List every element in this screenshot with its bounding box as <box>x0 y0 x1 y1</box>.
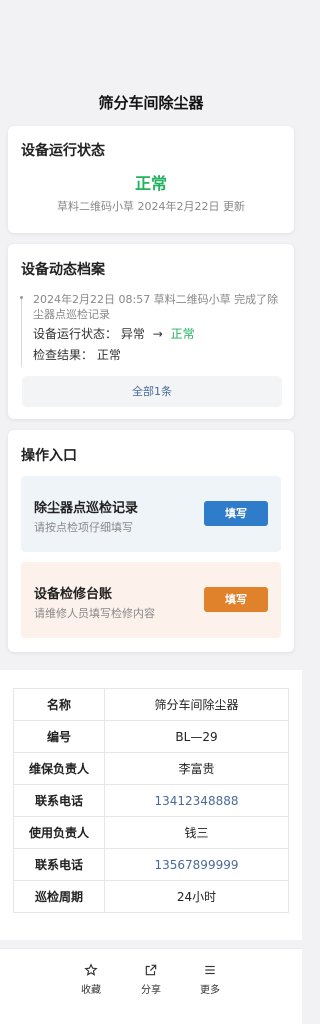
row-key: 联系电话 <box>13 784 105 817</box>
share-icon <box>145 964 157 976</box>
phone-link[interactable]: 13412348888 <box>104 784 289 817</box>
menu-icon <box>205 965 215 975</box>
result-value: 正常 <box>96 348 121 362</box>
table-row: 维保负责人 李富贵 <box>13 752 289 785</box>
bar-label: 更多 <box>200 985 220 996</box>
timeline-dot <box>20 296 23 299</box>
archive-card-title: 设备动态档案 <box>21 262 105 278</box>
row-value: 钱三 <box>104 816 289 849</box>
status-label: 设备运行状态： <box>33 327 118 341</box>
op-subtitle: 请维修人员填写检修内容 <box>34 607 155 620</box>
fill-button[interactable]: 填写 <box>204 501 268 526</box>
op-title: 设备检修台账 <box>34 587 113 602</box>
row-key: 使用负责人 <box>13 816 105 849</box>
fill-button[interactable]: 填写 <box>204 587 268 612</box>
result-label: 检查结果： <box>33 348 94 362</box>
op-repair-ledger[interactable]: 设备检修台账 请维修人员填写检修内容 填写 <box>21 562 281 638</box>
view-all-button[interactable]: 全部1条 <box>22 376 282 407</box>
phone-link[interactable]: 13567899999 <box>104 848 289 881</box>
timeline-status-row: 设备运行状态： 异常 → 正常 <box>33 325 195 342</box>
bar-label: 分享 <box>141 985 161 996</box>
page-title: 筛分车间除尘器 <box>98 94 204 112</box>
share-button[interactable]: 分享 <box>131 963 171 996</box>
op-title: 除尘器点巡检记录 <box>34 501 139 516</box>
ops-card-title: 操作入口 <box>21 448 77 464</box>
status-from: 异常 <box>120 327 145 341</box>
table-row: 使用负责人 钱三 <box>13 816 289 849</box>
op-inspection-record[interactable]: 除尘器点巡检记录 请按点检项仔细填写 填写 <box>21 476 281 552</box>
arrow-right-icon: → <box>152 327 163 341</box>
timeline-result-row: 检查结果： 正常 <box>33 346 121 363</box>
row-key: 巡检周期 <box>13 880 105 913</box>
status-value: 正常 <box>134 174 167 193</box>
status-to: 正常 <box>170 327 195 341</box>
table-row: 联系电话 13412348888 <box>13 784 289 817</box>
star-icon <box>84 963 98 976</box>
ops-card: 操作入口 除尘器点巡检记录 请按点检项仔细填写 填写 设备检修台账 请维修人员填… <box>8 430 294 652</box>
table-row: 联系电话 13567899999 <box>13 848 289 881</box>
timeline-line <box>21 297 22 367</box>
bar-label: 收藏 <box>81 985 101 996</box>
row-value: BL—29 <box>104 720 289 753</box>
op-subtitle: 请按点检项仔细填写 <box>34 521 133 534</box>
info-section: 名称 筛分车间除尘器 编号 BL—29 维保负责人 李富贵 联系电话 13412… <box>0 670 302 940</box>
bottom-bar: 收藏 分享 更多 <box>0 948 302 1024</box>
status-card: 设备运行状态 正常 草料二维码小草 2024年2月22日 更新 <box>8 126 294 233</box>
info-table: 名称 筛分车间除尘器 编号 BL—29 维保负责人 李富贵 联系电话 13412… <box>13 688 289 913</box>
row-key: 维保负责人 <box>13 752 105 785</box>
timeline-entry-header: 2024年2月22日 08:57 草料二维码小草 完成了除尘器点巡检记录 <box>33 293 279 321</box>
status-meta: 草料二维码小草 2024年2月22日 更新 <box>57 200 245 213</box>
row-value: 筛分车间除尘器 <box>104 688 289 721</box>
archive-card: 设备动态档案 2024年2月22日 08:57 草料二维码小草 完成了除尘器点巡… <box>8 244 294 419</box>
row-value: 24小时 <box>104 880 289 913</box>
row-key: 联系电话 <box>13 848 105 881</box>
row-key: 编号 <box>13 720 105 753</box>
row-value: 李富贵 <box>104 752 289 785</box>
table-row: 名称 筛分车间除尘器 <box>13 688 289 721</box>
favorite-button[interactable]: 收藏 <box>71 963 111 996</box>
table-row: 巡检周期 24小时 <box>13 880 289 913</box>
status-card-title: 设备运行状态 <box>21 143 105 159</box>
table-row: 编号 BL—29 <box>13 720 289 753</box>
more-button[interactable]: 更多 <box>190 963 230 996</box>
row-key: 名称 <box>13 688 105 721</box>
